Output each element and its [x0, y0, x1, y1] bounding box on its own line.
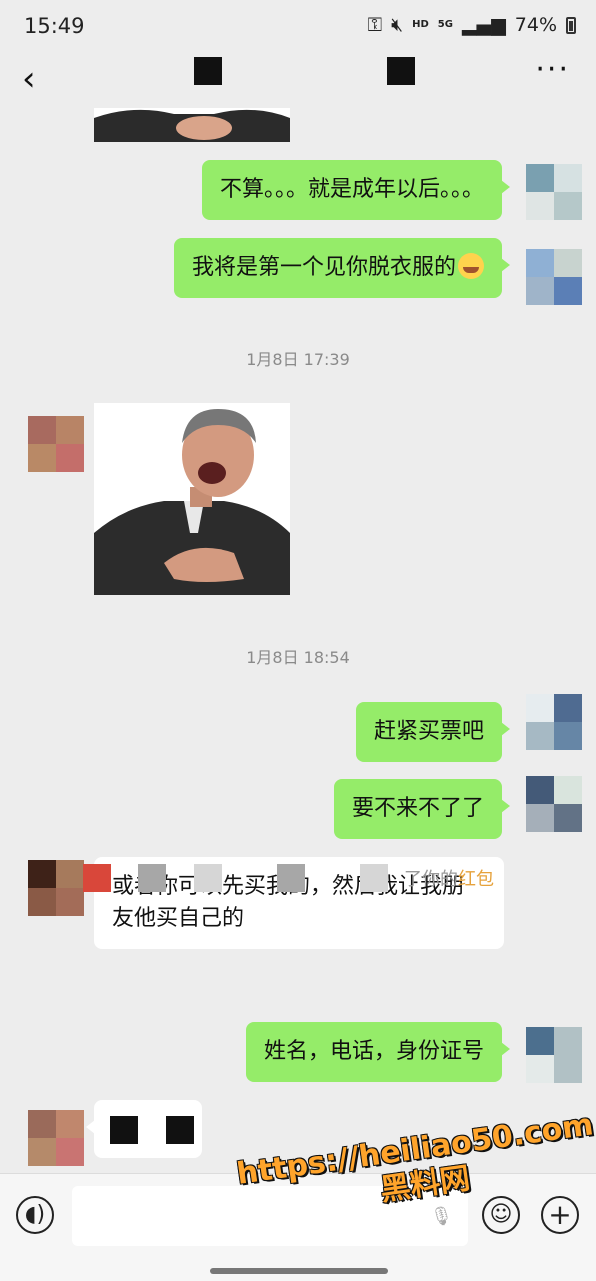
mute-icon: 🔇︎	[391, 14, 404, 36]
sticker-message[interactable]	[94, 403, 290, 595]
mic-icon[interactable]: 🎙︎	[430, 1206, 453, 1227]
chevron-left-icon[interactable]: ‹	[22, 62, 36, 96]
chat-header: ‹ ···	[0, 52, 596, 108]
smiley-icon[interactable]: ☺	[482, 1196, 520, 1234]
message-bubble-received[interactable]	[86, 1100, 202, 1158]
red-packet-link[interactable]: 红包	[458, 869, 494, 890]
avatar-contact[interactable]	[28, 1110, 84, 1166]
message-bubble-sent[interactable]: 赶紧买票吧	[355, 702, 511, 762]
message-text: 姓名，电话，身份证号	[263, 1039, 484, 1064]
red-packet-notice-text: 了你的红包	[404, 865, 494, 891]
sticker-partial[interactable]	[94, 108, 290, 142]
redacted-block	[360, 864, 388, 892]
avatar-self[interactable]	[526, 1027, 582, 1083]
battery-icon	[566, 16, 576, 34]
status-bar: 15:49 ⚿ 🔇︎ HD 5G ▂▄▆ 74%	[0, 0, 596, 52]
battery-percent: 74%	[514, 14, 557, 36]
message-text-line: 友他买自己的	[112, 906, 245, 931]
red-packet-notice: 了你的红包	[0, 862, 596, 892]
message-text: 不算。。。就是成年以后。。。	[219, 177, 484, 202]
timestamp: 1月8日 18:54	[246, 648, 350, 667]
redacted-block	[110, 1116, 138, 1144]
avatar-self[interactable]	[526, 694, 582, 750]
redacted-block	[194, 864, 222, 892]
message-bubble-sent[interactable]: 不算。。。就是成年以后。。。	[201, 160, 511, 220]
key-icon: ⚿	[367, 14, 383, 36]
more-dots-icon[interactable]: ···	[535, 52, 570, 87]
redacted-title-block	[194, 57, 222, 85]
redacted-block	[138, 864, 166, 892]
signal-icon: ▂▄▆	[461, 14, 506, 36]
message-text: 要不来不了了	[351, 796, 484, 821]
avatar-contact[interactable]	[28, 416, 84, 472]
redacted-block	[166, 1116, 194, 1144]
message-bubble-sent[interactable]: 我将是第一个见你脱衣服的	[173, 238, 511, 298]
network-5g-indicator: 5G	[437, 19, 453, 30]
message-bubble-sent[interactable]: 姓名，电话，身份证号	[245, 1022, 511, 1082]
redacted-block	[83, 864, 111, 892]
message-text: 我将是第一个见你脱衣服的	[191, 255, 456, 280]
redacted-block	[277, 864, 305, 892]
man-laughing-sticker	[94, 108, 290, 142]
timestamp: 1月8日 17:39	[246, 350, 350, 369]
notice-prefix: 了你的	[404, 869, 458, 890]
voice-icon[interactable]: ◖)	[16, 1196, 54, 1234]
message-bubble-sent[interactable]: 要不来不了了	[333, 779, 511, 839]
avatar-self[interactable]	[526, 249, 582, 305]
message-text: 赶紧买票吧	[373, 719, 484, 744]
crying-laughing-emoji	[458, 253, 484, 279]
home-indicator[interactable]	[210, 1268, 388, 1274]
man-laughing-sticker	[94, 403, 290, 595]
status-icons: ⚿ 🔇︎ HD 5G ▂▄▆ 74%	[368, 14, 576, 36]
chat-message-list[interactable]: 不算。。。就是成年以后。。。 我将是第一个见你脱衣服的 1月8日 17:39 1…	[0, 108, 596, 1173]
avatar-self[interactable]	[526, 164, 582, 220]
plus-icon[interactable]: +	[541, 1196, 579, 1234]
redacted-title-block	[387, 57, 415, 85]
status-time: 15:49	[24, 14, 85, 38]
avatar-self[interactable]	[526, 776, 582, 832]
hd-indicator: HD	[412, 19, 429, 30]
